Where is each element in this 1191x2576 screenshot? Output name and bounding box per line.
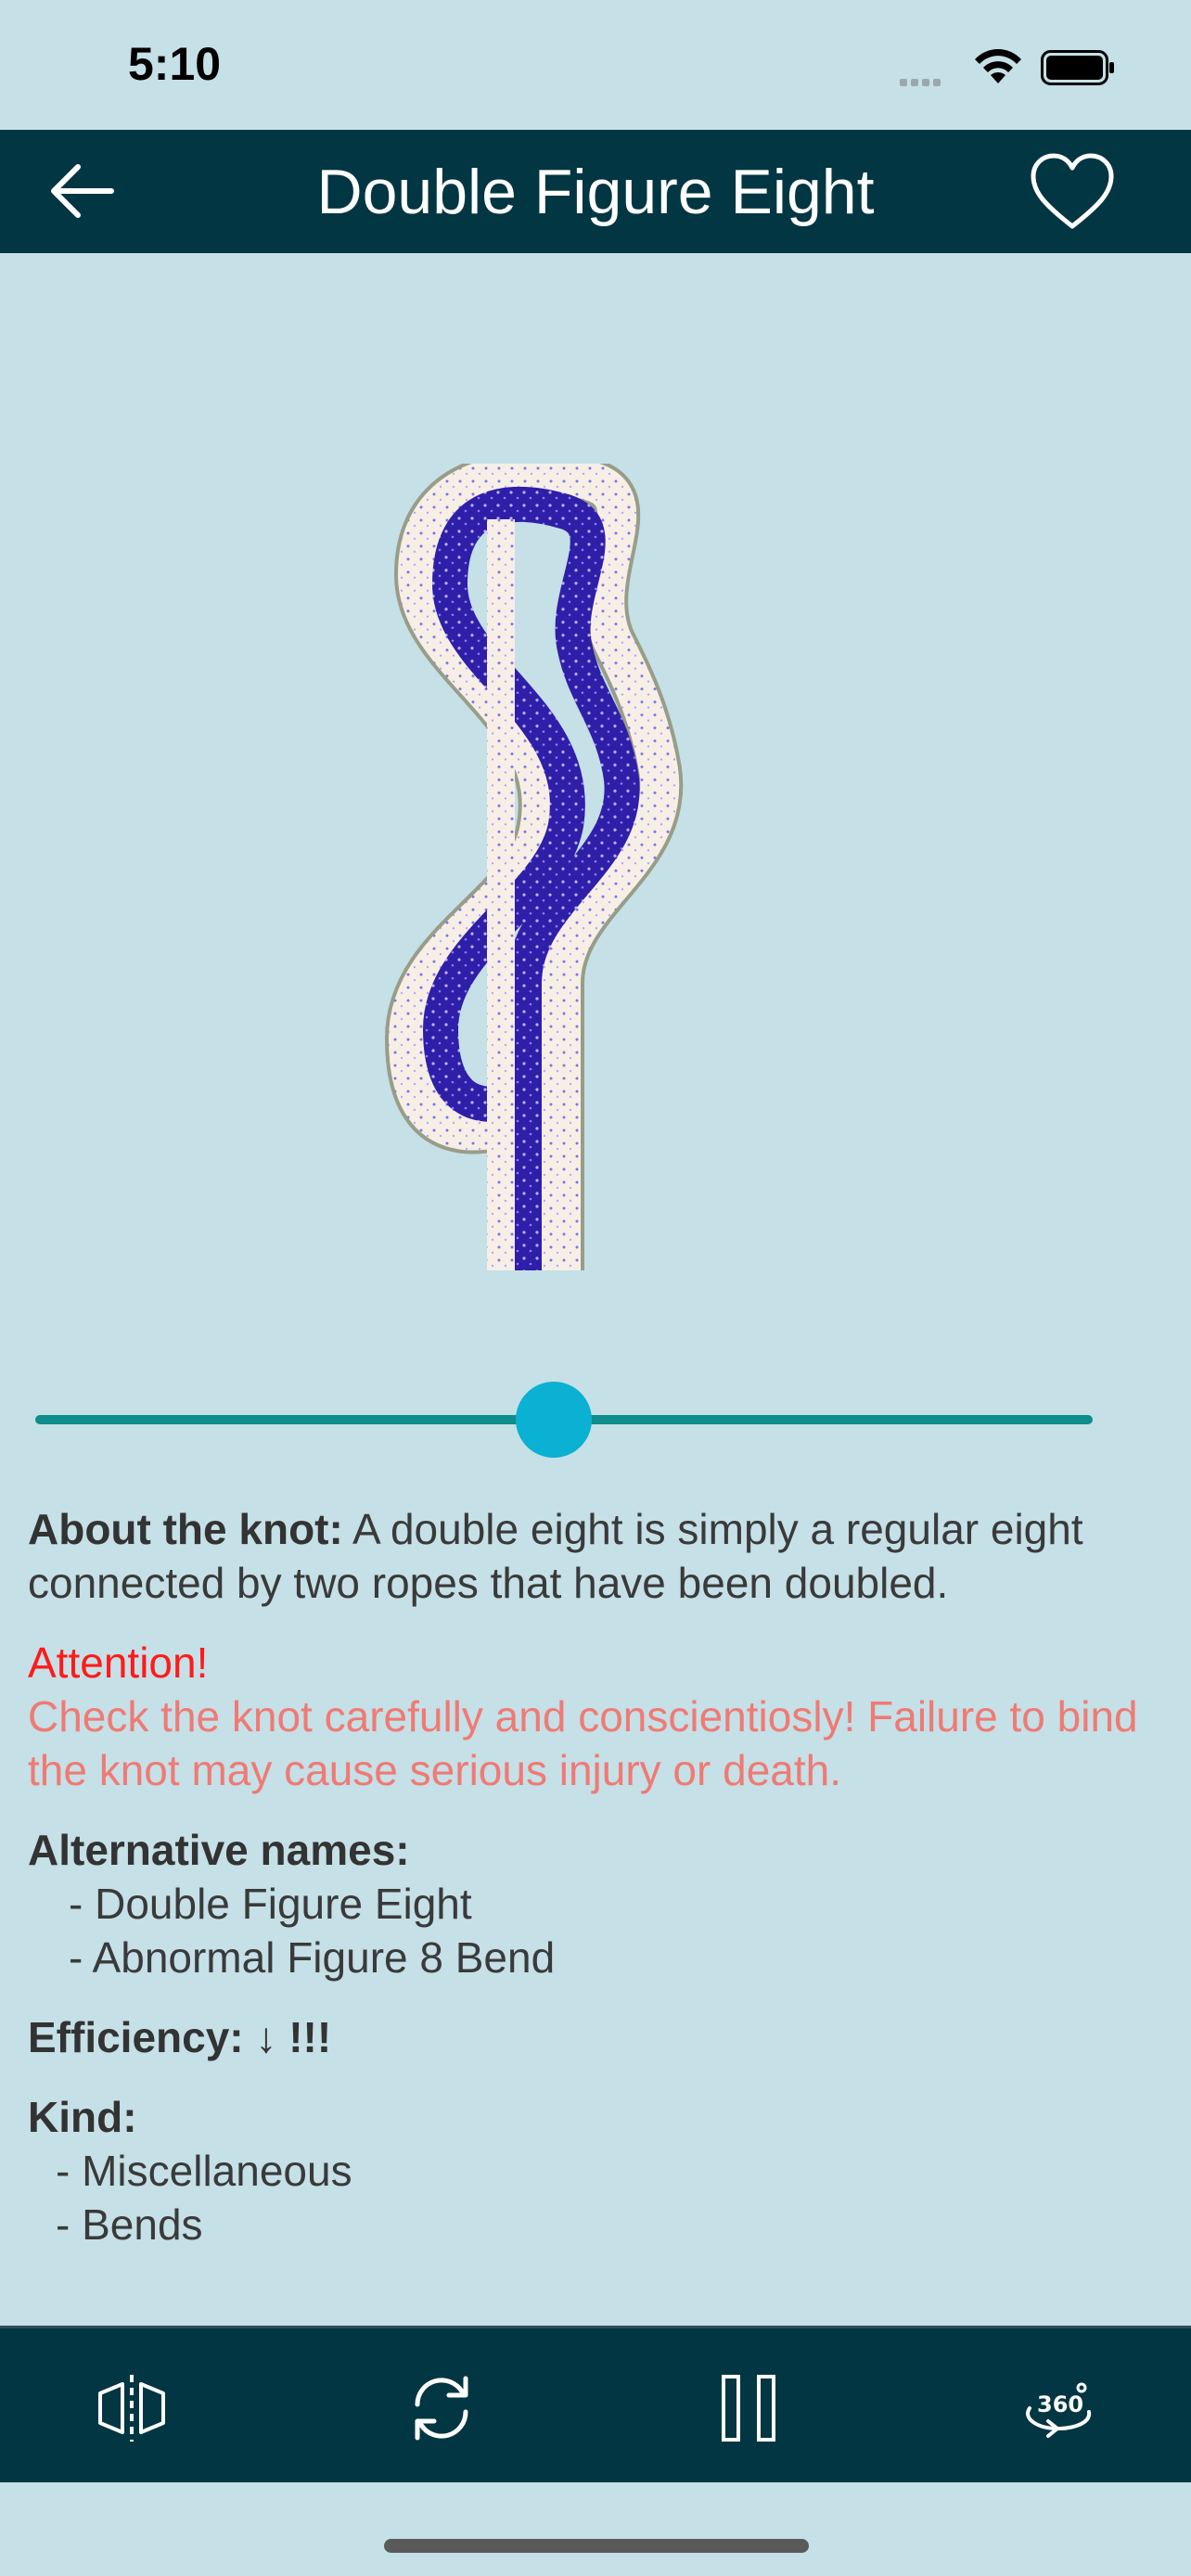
home-indicator[interactable] (384, 2539, 809, 2553)
mirror-icon[interactable] (95, 2371, 169, 2445)
knot-illustration (384, 464, 684, 1270)
list-item: - Bends (56, 2200, 203, 2249)
attention-block: Attention! Check the knot carefully and … (28, 1636, 1169, 1797)
attention-title: Attention! (28, 1639, 209, 1687)
knot-info: About the knot: A double eight is simply… (28, 1502, 1169, 2277)
alternative-names-block: Alternative names: - Double Figure Eight… (28, 1823, 1169, 1984)
list-item: - Miscellaneous (56, 2147, 352, 2195)
wifi-icon (975, 49, 1021, 83)
status-bar: 5:10 (0, 0, 1191, 130)
list-item: - Abnormal Figure 8 Bend (69, 1933, 556, 1982)
battery-icon (1041, 50, 1114, 85)
kind-block: Kind: - Miscellaneous - Bends (28, 2090, 1169, 2251)
efficiency-label: Efficiency: ↓ !!! (28, 2013, 332, 2061)
about-label: About the knot: (28, 1505, 343, 1553)
kind-label: Kind: (28, 2093, 137, 2141)
svg-text:360: 360 (1037, 2391, 1083, 2417)
alternative-names-label: Alternative names: (28, 1826, 410, 1874)
heart-icon[interactable] (1028, 152, 1117, 232)
about-paragraph: About the knot: A double eight is simply… (28, 1502, 1169, 1610)
cellular-signal-icon (900, 74, 944, 91)
status-time: 5:10 (128, 38, 222, 90)
refresh-icon[interactable] (404, 2371, 479, 2445)
bottom-toolbar: 360 (0, 2326, 1191, 2482)
animation-slider[interactable] (35, 1382, 1093, 1458)
attention-text: Check the knot carefully and conscientio… (28, 1692, 1138, 1794)
list-item: - Double Figure Eight (69, 1880, 472, 1928)
page-title: Double Figure Eight (316, 157, 875, 227)
pause-icon[interactable] (714, 2371, 788, 2445)
navigation-bar: Double Figure Eight (0, 130, 1191, 253)
efficiency-block: Efficiency: ↓ !!! (28, 2010, 1169, 2064)
rotate-360-icon[interactable]: 360 (1020, 2371, 1095, 2445)
slider-thumb[interactable] (515, 1382, 592, 1458)
